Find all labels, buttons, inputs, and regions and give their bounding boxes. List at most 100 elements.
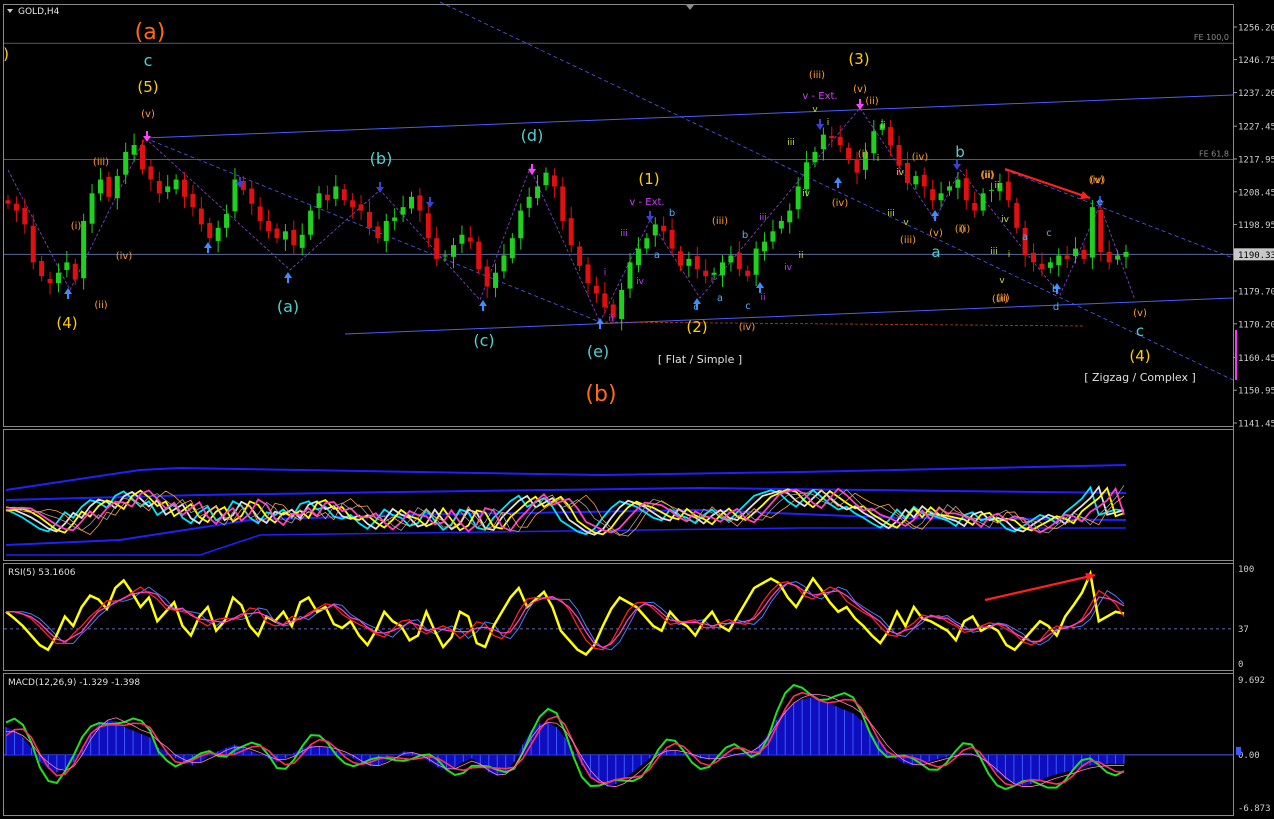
candle-body bbox=[484, 266, 490, 287]
candle-body bbox=[249, 188, 255, 204]
up-arrow-icon bbox=[204, 242, 212, 253]
candle-body bbox=[955, 179, 961, 188]
chart-canvas[interactable]: 1256.20 1246.75 1237.20 1227.45 1217.95 1208.… bbox=[0, 0, 1274, 819]
panel-frame-main bbox=[3, 4, 1234, 427]
down-arrow-icon bbox=[426, 197, 434, 208]
candle-body bbox=[173, 179, 179, 190]
candle-body bbox=[106, 176, 112, 197]
macd-axis-marker bbox=[1236, 746, 1241, 755]
wave-label-b-minor: (b) bbox=[370, 149, 393, 168]
candle-body bbox=[81, 220, 87, 279]
candle-body bbox=[568, 218, 574, 246]
subwave-numeral: iv bbox=[896, 168, 905, 178]
candle-body bbox=[383, 220, 389, 241]
candle-body bbox=[736, 252, 742, 270]
wave-label-a-major: (a) bbox=[135, 20, 166, 45]
candle-body bbox=[694, 256, 700, 270]
wave-label-minor: (i) bbox=[960, 224, 971, 235]
candle-body bbox=[812, 151, 818, 163]
candle-body bbox=[1047, 262, 1053, 268]
candle-body bbox=[266, 220, 272, 232]
subwave-letter: b bbox=[669, 208, 675, 219]
subwave-label: i bbox=[604, 268, 607, 278]
up-arrow-icon bbox=[64, 288, 72, 299]
candle-body bbox=[64, 262, 70, 270]
wave-label-c-lower: c bbox=[1136, 322, 1144, 340]
wave-label-minor: (iii) bbox=[992, 294, 1008, 305]
candle-body bbox=[946, 186, 952, 191]
subwave-numeral: iv bbox=[802, 189, 811, 199]
candle-body bbox=[97, 179, 103, 194]
candle-body bbox=[274, 228, 280, 239]
rsi-tick-label: 100 bbox=[1238, 565, 1254, 575]
down-arrow-icon bbox=[376, 182, 384, 193]
candle-body bbox=[408, 196, 414, 209]
candle-body bbox=[224, 214, 230, 228]
candle-body bbox=[602, 293, 608, 308]
wave-label-minor: (ii) bbox=[94, 300, 107, 311]
subwave-numeral: ii bbox=[994, 181, 999, 191]
candle-body bbox=[804, 162, 810, 190]
wave-label-minor: (iii) bbox=[900, 235, 916, 246]
support-dotted-line bbox=[599, 321, 1086, 327]
price-tick-label: 1170.20 bbox=[1238, 320, 1274, 330]
candle-body bbox=[207, 223, 213, 239]
rsi-line bbox=[5, 569, 1125, 657]
wave-label-3: (3) bbox=[848, 50, 869, 68]
wave-label-partial: ) bbox=[3, 45, 9, 63]
candle-body bbox=[560, 186, 566, 221]
candle-body bbox=[989, 189, 995, 191]
candle-body bbox=[820, 134, 826, 150]
candle-body bbox=[543, 172, 549, 186]
price-tick-label: 1227.45 bbox=[1238, 123, 1274, 133]
subwave-letter: d bbox=[1053, 302, 1059, 313]
candle-body bbox=[1098, 209, 1104, 253]
price-tick-label: 1208.45 bbox=[1238, 188, 1274, 198]
wave-label-minor: (ii) bbox=[865, 96, 878, 107]
candle-body bbox=[854, 158, 860, 173]
candle-body bbox=[1123, 252, 1129, 257]
candle-body bbox=[703, 270, 709, 277]
subwave-numeral: i bbox=[877, 154, 880, 164]
candle-body bbox=[451, 245, 457, 257]
ma-band-middle bbox=[5, 486, 1127, 501]
candle-body bbox=[837, 136, 843, 146]
channel-lower-line bbox=[344, 297, 1234, 335]
up-arrow-icon bbox=[834, 177, 842, 188]
up-arrow-icon bbox=[756, 282, 764, 293]
price-tick-label: 1179.70 bbox=[1238, 288, 1274, 298]
candle-body bbox=[131, 145, 137, 155]
up-arrow-icon bbox=[931, 210, 939, 221]
subwave-numeral: iii bbox=[787, 138, 795, 148]
candle-body bbox=[182, 179, 188, 197]
candle-body bbox=[963, 178, 969, 201]
wave-label-minor: (iv) bbox=[912, 152, 929, 163]
candle-body bbox=[972, 203, 978, 211]
subwave-numeral: ii bbox=[798, 251, 803, 261]
candle-body bbox=[921, 174, 927, 187]
wave-label-minor: (v) bbox=[141, 109, 155, 120]
subwave-numeral: i bbox=[827, 118, 830, 128]
wave-label-4-left: (4) bbox=[56, 314, 77, 332]
subwave-label: iii bbox=[620, 229, 628, 239]
macd-tick-label: -6.873 bbox=[1238, 804, 1271, 814]
candle-body bbox=[358, 204, 364, 211]
wave-label-minor: (iii) bbox=[93, 157, 109, 168]
subwave-label: ii bbox=[760, 293, 765, 303]
up-arrow-icon bbox=[596, 318, 604, 329]
down-arrow-icon bbox=[646, 211, 654, 222]
candle-body bbox=[888, 127, 894, 146]
price-tick-label: 1217.95 bbox=[1238, 156, 1274, 166]
candle-body bbox=[686, 258, 692, 266]
candle-body bbox=[139, 145, 145, 170]
candle-body bbox=[577, 246, 583, 266]
price-tick-label: 1246.75 bbox=[1238, 56, 1274, 66]
rsi-tick-label: 37 bbox=[1238, 625, 1249, 635]
macd-main-line bbox=[5, 683, 1125, 791]
subwave-letter: b bbox=[742, 230, 748, 241]
macd-tick-label: 0.00 bbox=[1238, 751, 1260, 761]
price-tick-label: 1141.45 bbox=[1238, 420, 1274, 430]
candle-body bbox=[22, 207, 28, 225]
wave-label-minor: (iv) bbox=[1089, 175, 1106, 186]
candle-body bbox=[47, 278, 53, 284]
